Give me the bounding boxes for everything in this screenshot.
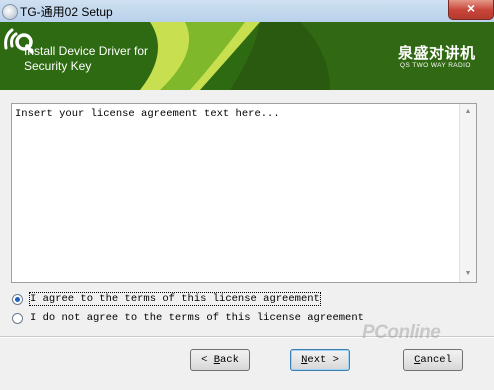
scroll-up-icon[interactable]: ▲: [460, 104, 476, 120]
logo-brand-chinese: 泉盛对讲机: [398, 45, 476, 62]
banner-line-1: Install Device Driver for: [24, 44, 149, 58]
watermark: PConline: [362, 322, 441, 343]
agree-label[interactable]: I agree to the terms of this license agr…: [29, 292, 321, 306]
close-button[interactable]: ×: [448, 0, 494, 20]
back-label: ack: [220, 354, 239, 366]
header-banner: Install Device Driver for Security Key 泉…: [0, 22, 494, 90]
scroll-down-icon[interactable]: ▼: [460, 266, 476, 282]
disagree-option[interactable]: I do not agree to the terms of this lice…: [12, 311, 364, 327]
qs-logo-icon: [4, 28, 34, 54]
next-label: ext >: [307, 354, 339, 366]
agree-radio[interactable]: [12, 294, 23, 305]
back-prefix: <: [201, 354, 214, 366]
license-text: Insert your license agreement text here.…: [15, 108, 280, 120]
disagree-radio[interactable]: [12, 313, 23, 324]
app-icon: [2, 4, 18, 20]
banner-line-2: Security Key: [24, 59, 92, 73]
agree-option[interactable]: I agree to the terms of this license agr…: [12, 292, 321, 308]
next-button[interactable]: Next >: [290, 349, 350, 371]
logo-brand-english: QS TWO WAY RADIO: [400, 62, 471, 69]
close-icon: ×: [466, 0, 476, 16]
back-button[interactable]: < Back: [190, 349, 250, 371]
cancel-button[interactable]: Cancel: [403, 349, 463, 371]
license-text-area[interactable]: Insert your license agreement text here.…: [11, 103, 477, 283]
license-scrollbar[interactable]: ▲ ▼: [459, 104, 476, 282]
window-title: TG-通用02 Setup: [20, 5, 113, 19]
disagree-label[interactable]: I do not agree to the terms of this lice…: [30, 312, 364, 324]
banner-heading: Install Device Driver for Security Key: [24, 44, 148, 74]
cancel-label: ancel: [420, 354, 452, 366]
title-bar: TG-通用02 Setup ×: [0, 0, 494, 23]
